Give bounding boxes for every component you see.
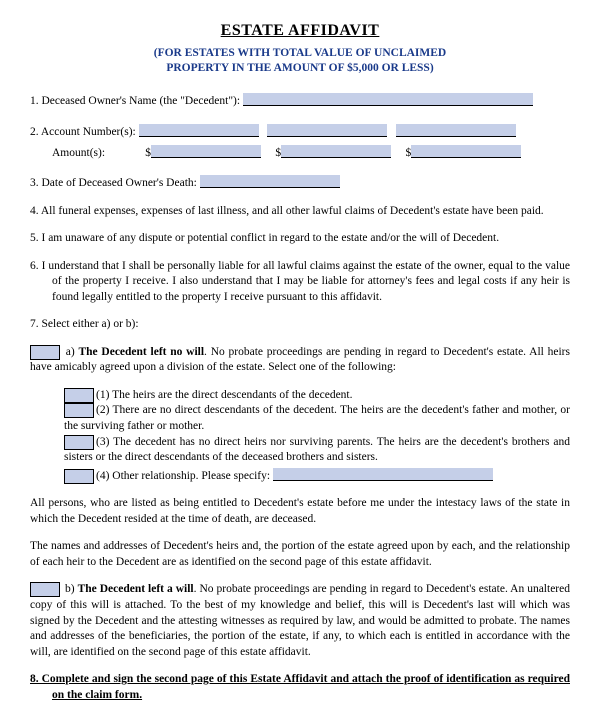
item-7: 7. Select either a) or b): xyxy=(30,317,570,333)
amount-field-1[interactable] xyxy=(151,145,261,158)
subopt-2: (2) There are no direct descendants of t… xyxy=(64,403,570,434)
subopt-1: (1) The heirs are the direct descendants… xyxy=(64,388,570,404)
item-3: 3. Date of Deceased Owner's Death: xyxy=(30,173,570,192)
item-8: 8. Complete and sign the second page of … xyxy=(30,672,570,703)
subopt-3-text: (3) The decedent has no direct heirs nor… xyxy=(64,436,570,464)
subopt-2-checkbox[interactable] xyxy=(64,403,94,418)
amount-field-3[interactable] xyxy=(411,145,521,158)
option-b-label: b) xyxy=(62,584,78,596)
account-number-field-1[interactable] xyxy=(139,124,259,137)
account-number-field-2[interactable] xyxy=(267,124,387,137)
option-b-bold: The Decedent left a will xyxy=(78,584,194,596)
option-a-bold: The Decedent left no will xyxy=(78,346,204,358)
subopt-4: (4) Other relationship. Please specify: xyxy=(64,466,570,485)
item-6: 6. I understand that I shall be personal… xyxy=(30,259,570,306)
subopt-2-text: (2) There are no direct descendants of t… xyxy=(64,405,570,433)
item-3-label: 3. Date of Deceased Owner's Death: xyxy=(30,177,200,189)
paragraph-heirs: The names and addresses of Decedent's he… xyxy=(30,539,570,570)
item-2-amounts: Amount(s): $ $ $ xyxy=(30,143,570,162)
subopt-1-checkbox[interactable] xyxy=(64,388,94,403)
subopt-4-text: (4) Other relationship. Please specify: xyxy=(96,470,273,482)
item-2-label: 2. Account Number(s): xyxy=(30,126,139,138)
option-a-checkbox[interactable] xyxy=(30,345,60,360)
amount-field-2[interactable] xyxy=(281,145,391,158)
option-b-checkbox[interactable] xyxy=(30,582,60,597)
decedent-name-field[interactable] xyxy=(243,93,533,106)
paragraph-intestacy: All persons, who are listed as being ent… xyxy=(30,496,570,527)
document-subtitle: (FOR ESTATES WITH TOTAL VALUE OF UNCLAIM… xyxy=(30,46,570,76)
subopt-3: (3) The decedent has no direct heirs nor… xyxy=(64,435,570,466)
subopt-3-checkbox[interactable] xyxy=(64,435,94,450)
item-1-label: 1. Deceased Owner's Name (the "Decedent"… xyxy=(30,95,243,107)
subopt-4-checkbox[interactable] xyxy=(64,469,94,484)
other-relationship-field[interactable] xyxy=(273,468,493,481)
subtitle-line2: PROPERTY IN THE AMOUNT OF $5,000 OR LESS… xyxy=(166,62,433,74)
document-title: ESTATE AFFIDAVIT xyxy=(30,20,570,42)
option-a-label: a) xyxy=(62,346,78,358)
account-number-field-3[interactable] xyxy=(396,124,516,137)
amount-label: Amount(s): xyxy=(52,147,105,159)
subtitle-line1: (FOR ESTATES WITH TOTAL VALUE OF UNCLAIM… xyxy=(154,47,446,59)
option-b: b) The Decedent left a will. No probate … xyxy=(30,582,570,660)
item-4: 4. All funeral expenses, expenses of las… xyxy=(30,204,570,220)
subopt-1-text: (1) The heirs are the direct descendants… xyxy=(96,389,353,401)
item-1: 1. Deceased Owner's Name (the "Decedent"… xyxy=(30,91,570,110)
item-5: 5. I am unaware of any dispute or potent… xyxy=(30,231,570,247)
sub-options: (1) The heirs are the direct descendants… xyxy=(64,388,570,485)
death-date-field[interactable] xyxy=(200,175,340,188)
option-a: a) The Decedent left no will. No probate… xyxy=(30,345,570,376)
item-2: 2. Account Number(s): xyxy=(30,122,570,141)
